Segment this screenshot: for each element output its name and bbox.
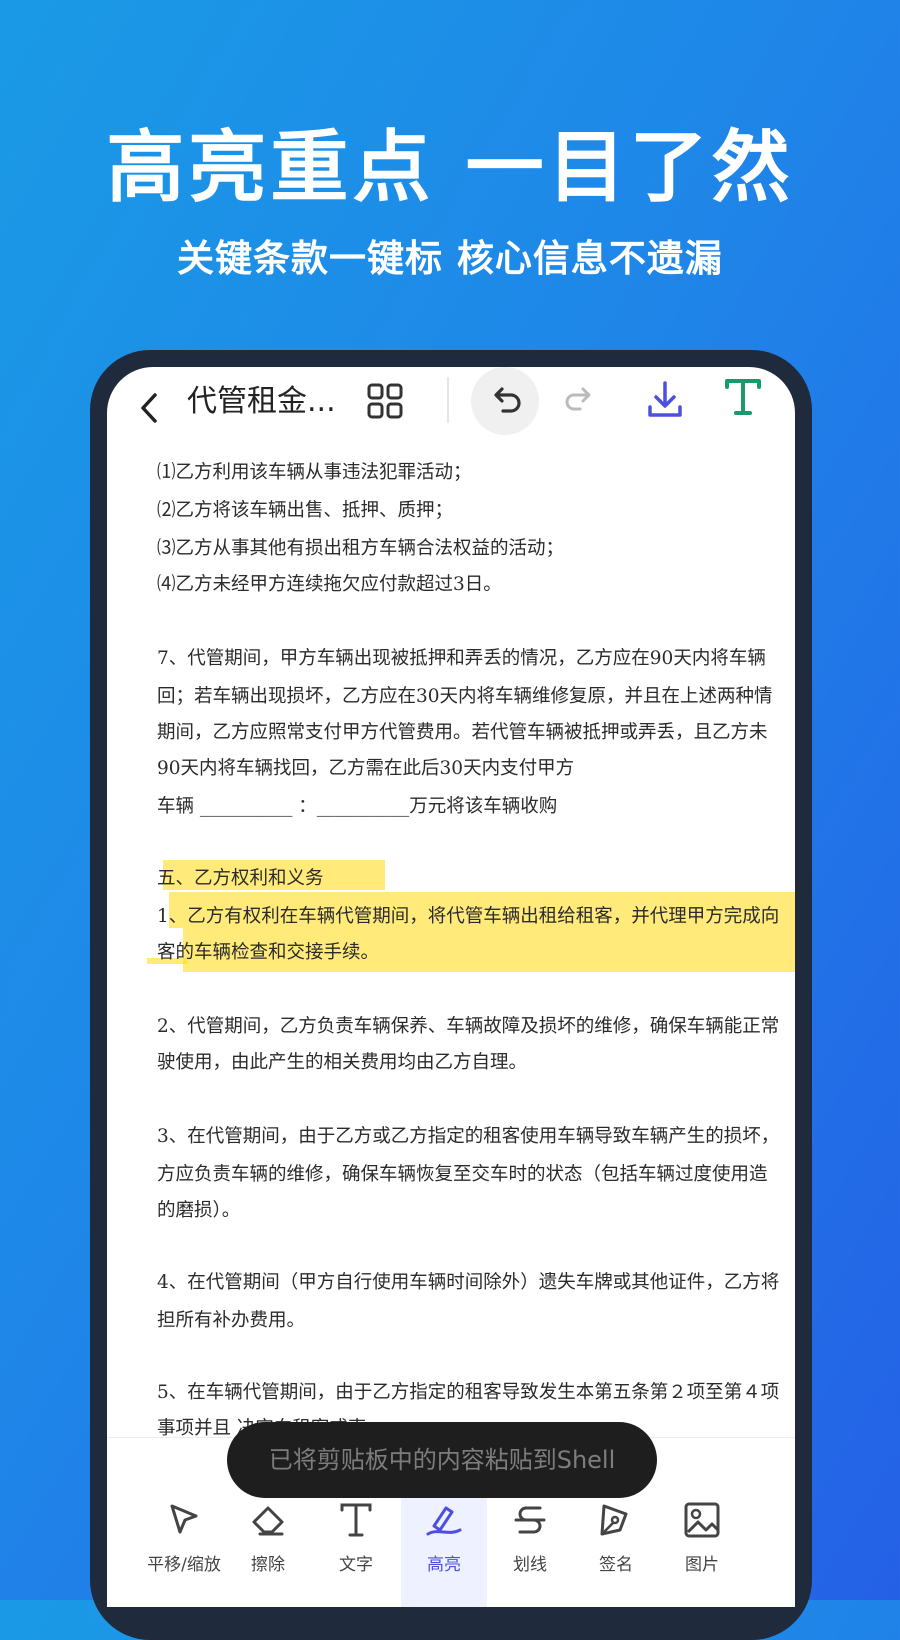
tool-label: 文字 xyxy=(339,1555,373,1575)
hero-subtitle: 关键条款一键标 核心信息不遗漏 xyxy=(177,237,723,280)
doc-line: 期间，乙方应照常支付甲方代管费用。若代管车辆被抵押或弄丢，且乙方未 xyxy=(157,722,768,743)
back-icon[interactable] xyxy=(129,385,169,431)
doc-line: 2、代管期间，乙方负责车辆保养、车辆故障及损坏的维修，确保车辆能正常 xyxy=(157,1016,780,1037)
doc-line: 的磨损）。 xyxy=(157,1200,241,1221)
doc-line: 90天内将车辆找回，乙方需在此后30天内支付甲方 xyxy=(157,758,575,779)
document-page[interactable]: ⑴乙方利用该车辆从事违法犯罪活动； ⑵乙方将该车辆出售、抵押、质押； ⑶乙方从事… xyxy=(107,452,795,1452)
doc-line: 客的车辆检查和交接手续。 xyxy=(157,942,380,963)
doc-line: 五、乙方权利和义务 xyxy=(157,868,324,889)
tool-pan-zoom[interactable]: 平移/缩放 xyxy=(141,1458,227,1607)
hero-title: 高亮重点 一目了然 xyxy=(106,123,794,213)
cursor-icon xyxy=(170,1504,198,1534)
image-icon xyxy=(684,1502,720,1538)
doc-line: 担所有补办费用。 xyxy=(157,1310,306,1331)
toolbar-divider xyxy=(447,377,449,423)
doc-line: 5、在车辆代管期间，由于乙方指定的租客导致发生本第五条第２项至第４项 xyxy=(157,1382,780,1403)
strikethrough-icon xyxy=(514,1506,546,1534)
doc-line: 驶使用，由此产生的相关费用均由乙方自理。 xyxy=(157,1052,528,1073)
grid-icon[interactable] xyxy=(365,381,405,421)
undo-button[interactable] xyxy=(471,367,539,435)
redo-icon[interactable] xyxy=(562,383,596,417)
doc-line: 1、乙方有权利在车辆代管期间，将代管车辆出租给租客，并代理甲方完成向 xyxy=(157,906,780,927)
pen-nib-icon xyxy=(600,1504,628,1536)
toast-message: 已将剪贴板中的内容粘贴到Shell xyxy=(227,1422,657,1498)
app-screen: 代管租金... ⑴乙方利用该车辆从事违法犯罪活动； ⑵乙方将该车辆出售、抵押、质… xyxy=(107,367,795,1607)
doc-line: ⑴乙方利用该车辆从事违法犯罪活动； xyxy=(157,462,472,483)
eraser-icon xyxy=(252,1506,284,1536)
text-icon xyxy=(340,1503,372,1537)
top-bar: 代管租金... xyxy=(107,367,795,452)
doc-line: 3、在代管期间，由于乙方或乙方指定的租客使用车辆导致车辆产生的损坏， xyxy=(157,1126,780,1147)
tool-label: 划线 xyxy=(513,1555,547,1575)
tool-label: 擦除 xyxy=(251,1555,285,1575)
doc-line: 车辆 __________ ：__________万元将该车辆收购 xyxy=(157,796,558,817)
highlighter-icon xyxy=(426,1506,462,1536)
tool-label: 高亮 xyxy=(427,1555,461,1575)
tool-label: 图片 xyxy=(685,1555,719,1575)
doc-line: 方应负责车辆的维修，确保车辆恢复至交车时的状态（包括车辆过度使用造 xyxy=(157,1164,768,1185)
doc-line: ⑶乙方从事其他有损出租方车辆合法权益的活动； xyxy=(157,538,565,559)
tool-label: 签名 xyxy=(599,1555,633,1575)
download-icon[interactable] xyxy=(643,377,687,421)
doc-line: ⑵乙方将该车辆出售、抵押、质押； xyxy=(157,500,454,521)
tool-label: 平移/缩放 xyxy=(147,1555,221,1575)
tool-image[interactable]: 图片 xyxy=(659,1458,745,1607)
doc-line: 回；若车辆出现损坏，乙方应在30天内将车辆维修复原，并且在上述两种情 xyxy=(157,686,773,707)
doc-line: 4、在代管期间（甲方自行使用车辆时间除外）遗失车牌或其他证件，乙方将 xyxy=(157,1272,780,1293)
undo-icon xyxy=(494,387,521,413)
text-tool-icon[interactable] xyxy=(721,375,765,419)
doc-line: 7、代管期间，甲方车辆出现被抵押和弄丢的情况，乙方应在90天内将车辆 xyxy=(157,648,766,669)
doc-line: ⑷乙方未经甲方连续拖欠应付款超过3日。 xyxy=(157,574,502,595)
document-title: 代管租金... xyxy=(187,384,336,419)
